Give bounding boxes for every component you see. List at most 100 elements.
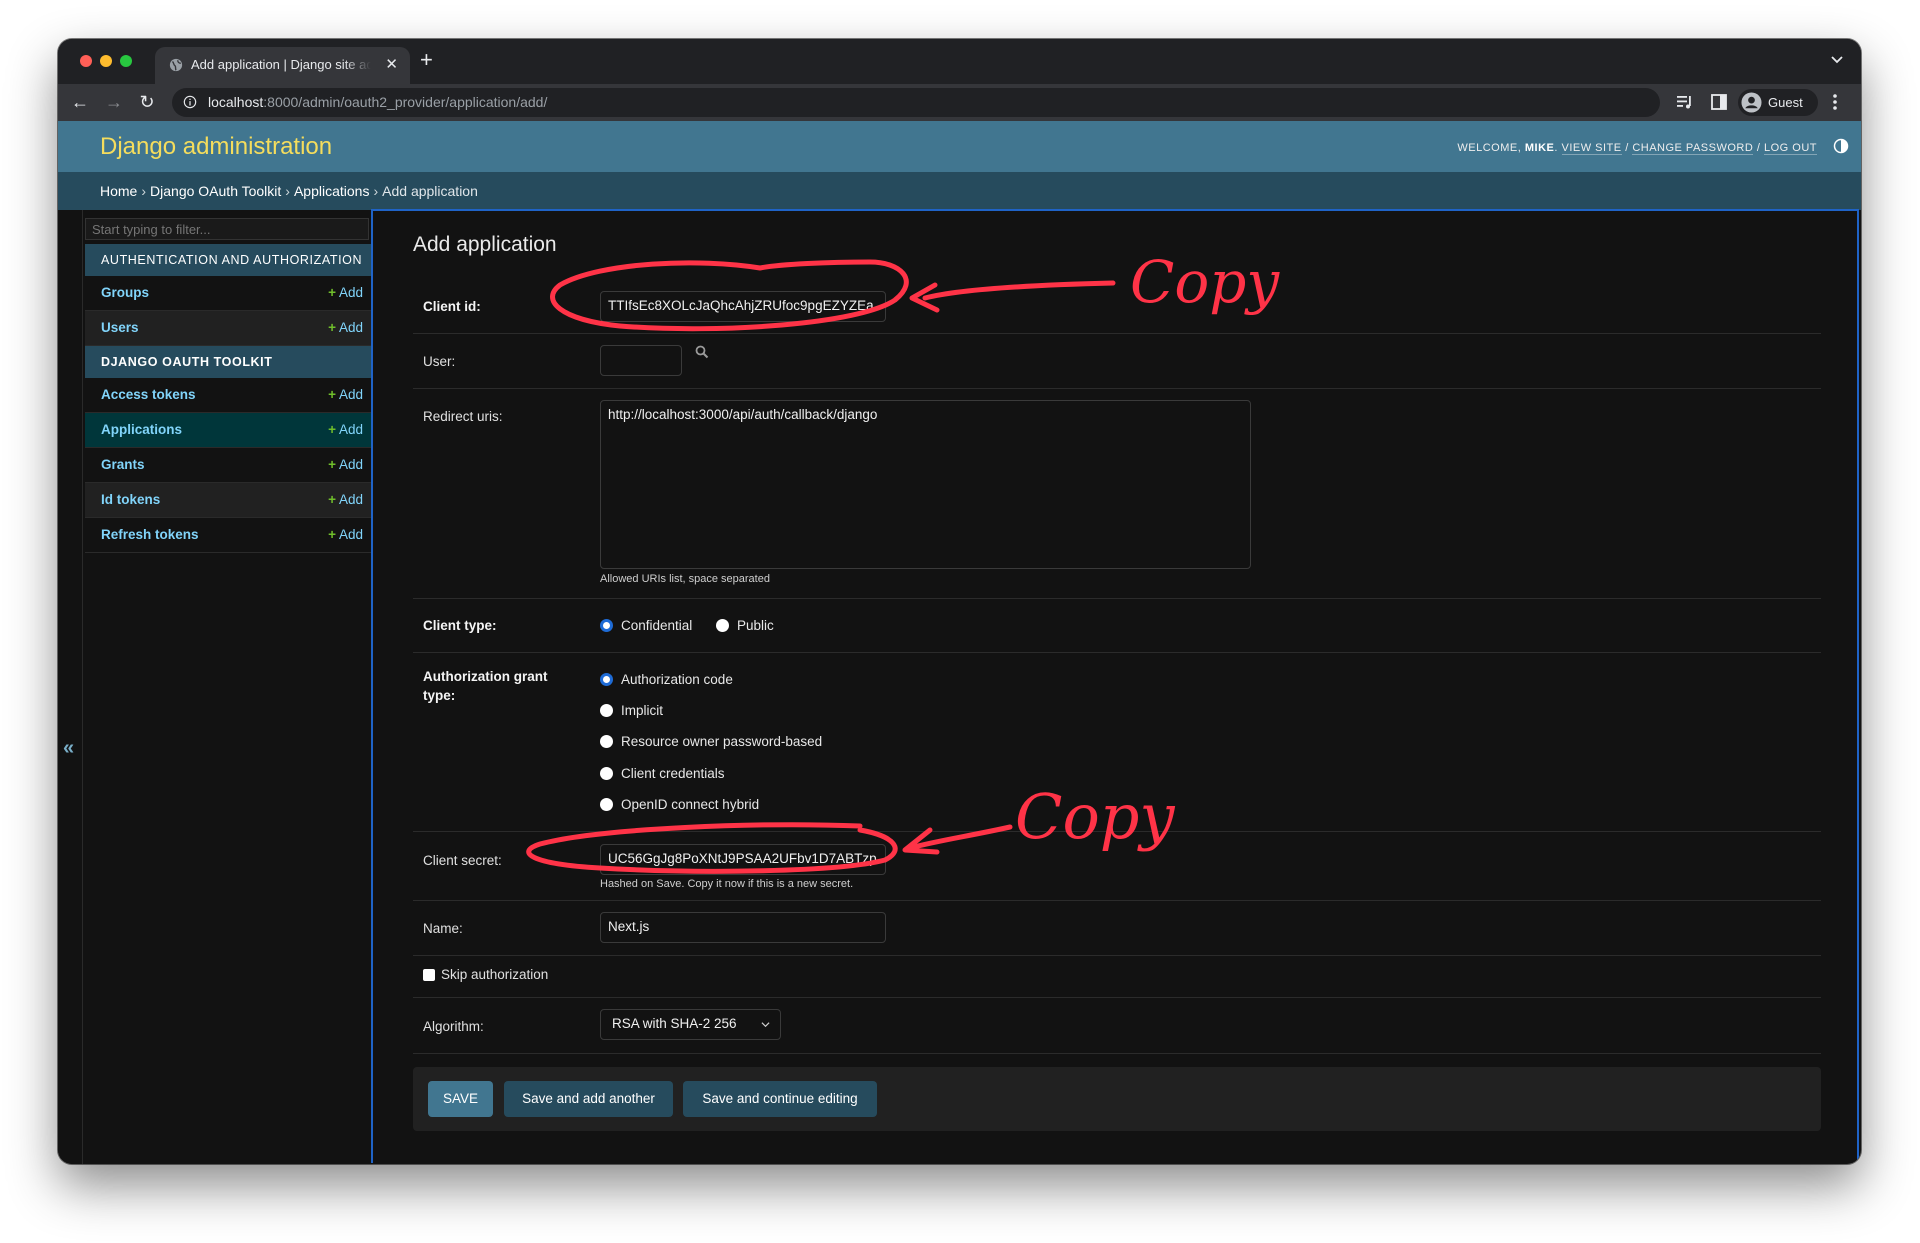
- breadcrumb-model[interactable]: Applications: [294, 183, 370, 199]
- welcome-text: Welcome,: [1457, 142, 1522, 154]
- url-text: localhost:8000/admin/oauth2_provider/app…: [208, 94, 548, 110]
- client-secret-input[interactable]: UC56GgJg8PoXNtJ9PSAA2UFbv1D7ABTzp: [600, 844, 886, 875]
- add-applications-link[interactable]: + Add: [328, 422, 363, 437]
- main-content: Add application Client id: TTIfsEc8XOLcJ…: [371, 209, 1859, 1163]
- radio-unchecked-icon[interactable]: [600, 735, 613, 748]
- breadcrumb: Home › Django OAuth Toolkit › Applications › A…: [58, 172, 1861, 210]
- module-caption[interactable]: Django OAuth Toolkit: [85, 346, 371, 378]
- browser-window: Add application | Django site admin ✕ + …: [58, 39, 1861, 1164]
- nav-sidebar: Authentication and Authorization Groups …: [83, 210, 371, 1164]
- client-id-input[interactable]: TTIfsEc8XOLcJaQhcAhjZRUfoc9pgEZYZEa: [600, 291, 886, 322]
- save-and-continue-button[interactable]: Save and continue editing: [683, 1081, 877, 1117]
- add-id-tokens-link[interactable]: + Add: [328, 492, 363, 507]
- breadcrumb-current: Add application: [382, 183, 478, 199]
- add-access-tokens-link[interactable]: + Add: [328, 387, 363, 402]
- field-row-client-id: Client id: TTIfsEc8XOLcJaQhcAhjZRUfoc9pg…: [413, 281, 1821, 334]
- sidebar-item-id-tokens[interactable]: Id tokens + Add: [85, 483, 371, 518]
- grant-password[interactable]: Resource owner password-based: [600, 734, 822, 749]
- breadcrumb-home[interactable]: Home: [100, 183, 137, 199]
- radio-unchecked-icon[interactable]: [600, 704, 613, 717]
- add-groups-link[interactable]: + Add: [328, 285, 363, 300]
- field-row-algorithm: Algorithm: RSA with SHA-2 256: [413, 998, 1821, 1054]
- sidebar-filter-input[interactable]: [85, 218, 369, 240]
- chevron-down-icon[interactable]: [1829, 51, 1845, 67]
- module-caption[interactable]: Authentication and Authorization: [85, 244, 371, 276]
- name-label: Name:: [423, 921, 463, 936]
- plus-icon: +: [328, 492, 336, 507]
- reload-button[interactable]: ↻: [135, 90, 159, 114]
- profile-button[interactable]: Guest: [1738, 89, 1818, 116]
- close-window-button[interactable]: [80, 55, 92, 67]
- field-row-grant-type: Authorization grant type: Authorization c…: [413, 653, 1821, 832]
- log-out-link[interactable]: Log out: [1763, 142, 1817, 155]
- collapse-sidebar-icon[interactable]: «: [63, 737, 74, 760]
- maximize-window-button[interactable]: [120, 55, 132, 67]
- minimize-window-button[interactable]: [100, 55, 112, 67]
- sidebar-item-users[interactable]: Users + Add: [85, 311, 371, 346]
- client-secret-help: Hashed on Save. Copy it now if this is a…: [600, 878, 854, 890]
- algorithm-select[interactable]: RSA with SHA-2 256: [600, 1009, 781, 1040]
- grant-client-credentials[interactable]: Client credentials: [600, 766, 725, 781]
- plus-icon: +: [328, 527, 336, 542]
- radio-checked-icon[interactable]: [600, 673, 613, 686]
- redirect-uris-textarea[interactable]: http://localhost:3000/api/auth/callback/…: [600, 400, 1251, 569]
- sidebar-item-applications[interactable]: Applications + Add: [85, 413, 371, 448]
- name-input[interactable]: Next.js: [600, 912, 886, 943]
- client-id-label: Client id:: [423, 299, 481, 314]
- theme-toggle-icon[interactable]: [1833, 138, 1849, 154]
- grant-type-label: Authorization grant type:: [423, 669, 548, 703]
- site-info-icon[interactable]: [183, 95, 197, 109]
- grant-implicit[interactable]: Implicit: [600, 703, 663, 718]
- side-panel-icon[interactable]: [1710, 93, 1728, 111]
- redirect-uris-help: Allowed URIs list, space separated: [600, 573, 770, 585]
- field-row-client-type: Client type: Confidential Public: [413, 599, 1821, 653]
- sidebar-item-grants[interactable]: Grants + Add: [85, 448, 371, 483]
- address-bar[interactable]: localhost:8000/admin/oauth2_provider/app…: [172, 88, 1660, 117]
- field-row-redirect-uris: Redirect uris: http://localhost:3000/api…: [413, 389, 1821, 599]
- radio-unchecked-icon[interactable]: [600, 767, 613, 780]
- add-refresh-tokens-link[interactable]: + Add: [328, 527, 363, 542]
- grant-openid-hybrid[interactable]: OpenID connect hybrid: [600, 797, 759, 812]
- media-queue-icon[interactable]: [1676, 93, 1694, 111]
- plus-icon: +: [328, 320, 336, 335]
- add-users-link[interactable]: + Add: [328, 320, 363, 335]
- radio-checked-icon[interactable]: [600, 619, 613, 632]
- field-row-skip-authorization: Skip authorization: [413, 956, 1821, 998]
- new-tab-button[interactable]: +: [420, 47, 433, 73]
- client-type-label: Client type:: [423, 618, 497, 633]
- client-type-public[interactable]: Public: [716, 618, 774, 633]
- change-password-link[interactable]: Change password: [1632, 142, 1754, 155]
- grant-authorization-code[interactable]: Authorization code: [600, 672, 733, 687]
- client-secret-label: Client secret:: [423, 853, 502, 868]
- browser-tab-active[interactable]: Add application | Django site admin ✕: [155, 47, 410, 84]
- user-label: User:: [423, 354, 456, 369]
- site-title[interactable]: Django administration: [100, 133, 332, 161]
- breadcrumb-app[interactable]: Django OAuth Toolkit: [150, 183, 281, 199]
- skip-authorization-field[interactable]: Skip authorization: [423, 967, 548, 982]
- view-site-link[interactable]: View site: [1561, 142, 1622, 155]
- radio-unchecked-icon[interactable]: [600, 798, 613, 811]
- algorithm-label: Algorithm:: [423, 1019, 484, 1034]
- checkbox-unchecked-icon[interactable]: [423, 969, 435, 981]
- add-grants-link[interactable]: + Add: [328, 457, 363, 472]
- avatar-icon: [1741, 92, 1762, 113]
- close-tab-icon[interactable]: ✕: [385, 55, 398, 73]
- search-icon[interactable]: [695, 345, 709, 359]
- save-and-add-another-button[interactable]: Save and add another: [504, 1081, 673, 1117]
- user-input[interactable]: [600, 345, 682, 376]
- radio-unchecked-icon[interactable]: [716, 619, 729, 632]
- back-button[interactable]: ←: [68, 90, 92, 114]
- plus-icon: +: [328, 387, 336, 402]
- client-type-confidential[interactable]: Confidential: [600, 618, 692, 633]
- more-menu-icon[interactable]: [1831, 92, 1839, 112]
- globe-icon: [169, 58, 183, 72]
- tab-title: Add application | Django site admin: [191, 57, 371, 72]
- submit-row: SAVE Save and add another Save and conti…: [413, 1067, 1821, 1131]
- chevron-down-icon: [761, 1022, 770, 1028]
- sidebar-item-access-tokens[interactable]: Access tokens + Add: [85, 378, 371, 413]
- save-button[interactable]: SAVE: [428, 1081, 493, 1117]
- forward-button[interactable]: →: [102, 90, 126, 114]
- admin-header: Django administration Welcome, Mike. Vie…: [58, 121, 1861, 172]
- sidebar-item-refresh-tokens[interactable]: Refresh tokens + Add: [85, 518, 371, 553]
- sidebar-item-groups[interactable]: Groups + Add: [85, 276, 371, 311]
